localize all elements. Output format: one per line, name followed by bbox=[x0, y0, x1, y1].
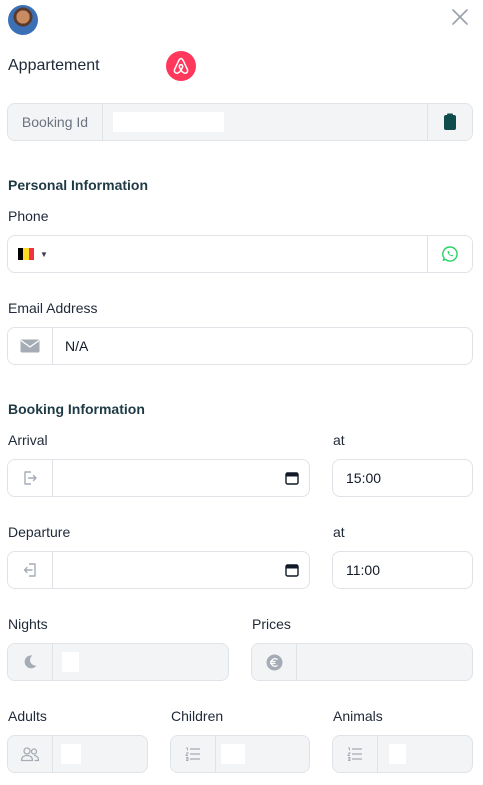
calendar-icon[interactable] bbox=[275, 460, 309, 496]
prices-group bbox=[251, 643, 473, 681]
adults-addon bbox=[8, 736, 53, 772]
phone-input[interactable] bbox=[54, 236, 427, 272]
envelope-icon bbox=[20, 339, 40, 353]
departure-label: Departure bbox=[8, 524, 71, 540]
avatar bbox=[8, 5, 38, 35]
booking-id-label: Booking Id bbox=[8, 104, 103, 140]
email-group: N/A bbox=[7, 327, 473, 365]
booking-info-heading: Booking Information bbox=[8, 401, 145, 417]
email-addon bbox=[8, 328, 53, 364]
arrival-label: Arrival bbox=[8, 432, 48, 448]
arrival-time-input[interactable]: 15:00 bbox=[333, 460, 472, 496]
arrival-date-group bbox=[7, 459, 310, 497]
booking-id-value bbox=[113, 112, 224, 132]
children-value bbox=[221, 744, 245, 764]
calendar-icon[interactable] bbox=[275, 552, 309, 588]
country-select[interactable]: ▼ bbox=[8, 236, 54, 272]
animals-addon bbox=[333, 736, 378, 772]
departure-addon bbox=[8, 552, 53, 588]
moon-icon bbox=[24, 655, 37, 669]
departure-time-group: 11:00 bbox=[332, 551, 473, 589]
arrival-at-label: at bbox=[333, 432, 345, 448]
booking-id-input[interactable] bbox=[103, 104, 427, 140]
whatsapp-button[interactable] bbox=[427, 236, 472, 272]
departure-date-group bbox=[7, 551, 310, 589]
list-ol-icon bbox=[347, 747, 362, 761]
animals-label: Animals bbox=[333, 708, 383, 724]
copy-booking-id-button[interactable] bbox=[427, 104, 472, 140]
children-label: Children bbox=[171, 708, 224, 724]
adults-value bbox=[61, 744, 81, 764]
animals-input[interactable] bbox=[378, 736, 472, 772]
airbnb-icon bbox=[166, 51, 196, 81]
animals-group bbox=[332, 735, 473, 773]
phone-group: ▼ bbox=[7, 235, 473, 273]
arrival-date-input[interactable] bbox=[53, 460, 275, 496]
listing-title: Appartement bbox=[8, 57, 100, 74]
animals-value bbox=[389, 744, 406, 764]
nights-label: Nights bbox=[8, 616, 48, 632]
clipboard-icon bbox=[444, 113, 456, 130]
nights-group bbox=[7, 643, 229, 681]
prices-label: Prices bbox=[252, 616, 291, 632]
children-group bbox=[170, 735, 310, 773]
arrival-addon bbox=[8, 460, 53, 496]
chevron-down-icon: ▼ bbox=[40, 249, 48, 259]
sign-in-icon bbox=[23, 563, 36, 577]
email-label: Email Address bbox=[8, 300, 98, 316]
departure-date-input[interactable] bbox=[53, 552, 275, 588]
children-addon bbox=[171, 736, 216, 772]
children-input[interactable] bbox=[216, 736, 309, 772]
phone-label: Phone bbox=[8, 208, 49, 224]
whatsapp-icon bbox=[442, 246, 458, 262]
departure-at-label: at bbox=[333, 524, 345, 540]
prices-addon bbox=[252, 644, 297, 680]
adults-group bbox=[7, 735, 148, 773]
adults-label: Adults bbox=[8, 708, 47, 724]
euro-icon bbox=[266, 654, 282, 670]
departure-time-input[interactable]: 11:00 bbox=[333, 552, 472, 588]
arrival-time-group: 15:00 bbox=[332, 459, 473, 497]
booking-id-group: Booking Id bbox=[7, 103, 473, 141]
nights-value bbox=[62, 652, 79, 672]
users-icon bbox=[20, 747, 40, 762]
prices-input[interactable] bbox=[297, 644, 472, 680]
email-input[interactable]: N/A bbox=[53, 328, 472, 364]
adults-input[interactable] bbox=[53, 736, 147, 772]
nights-input[interactable] bbox=[53, 644, 228, 680]
close-icon[interactable] bbox=[449, 6, 471, 28]
nights-addon bbox=[8, 644, 53, 680]
personal-info-heading: Personal Information bbox=[8, 177, 149, 193]
sign-out-icon bbox=[24, 471, 37, 485]
belgium-flag-icon bbox=[18, 248, 34, 260]
list-ol-icon bbox=[185, 747, 200, 761]
